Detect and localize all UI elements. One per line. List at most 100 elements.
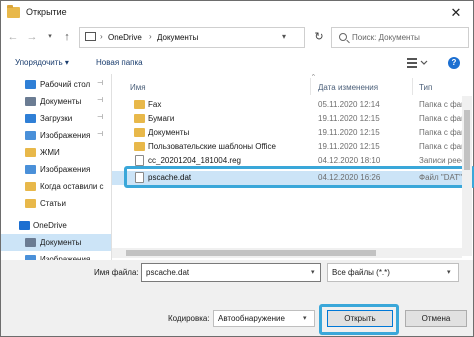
sidebar-item[interactable]: ЖМИ <box>1 144 111 161</box>
breadcrumb-separator: › <box>149 32 152 41</box>
sidebar-item[interactable]: OneDrive <box>1 217 111 234</box>
help-button[interactable]: ? <box>448 57 460 69</box>
sidebar-item[interactable]: Изображения ⊣ <box>1 127 111 144</box>
sidebar-item[interactable]: Загрузки ⊣ <box>1 110 111 127</box>
file-row[interactable]: Бумаги 19.11.2020 12:15 Папка с файл <box>112 112 463 126</box>
computer-icon <box>85 32 96 41</box>
up-button[interactable]: ↑ <box>60 30 74 44</box>
file-type-select[interactable]: Все файлы (*.*) <box>327 263 459 282</box>
folder-icon <box>134 142 145 151</box>
encoding-label: Кодировка: <box>168 314 210 323</box>
documents-icon <box>25 238 36 247</box>
cancel-button[interactable]: Отмена <box>405 310 467 327</box>
sidebar-item-label: Изображения <box>40 131 91 140</box>
file-name: Пользовательские шаблоны Office <box>148 142 276 151</box>
breadcrumb-onedrive[interactable]: OneDrive <box>108 33 142 42</box>
filename-field[interactable]: pscache.dat <box>141 263 321 282</box>
folder-icon <box>25 199 36 208</box>
recent-locations-icon[interactable]: ▾ <box>43 30 57 44</box>
sidebar-item-label: Рабочий стол <box>40 80 91 89</box>
sidebar-item[interactable]: Когда оставили с <box>1 178 111 195</box>
horizontal-scrollbar[interactable] <box>112 248 462 258</box>
downloads-icon <box>25 114 36 123</box>
organize-button[interactable]: Упорядочить ▾ <box>15 58 69 67</box>
file-type: Папка с файл <box>419 114 463 123</box>
file-date: 05.11.2020 12:14 <box>318 100 380 109</box>
file-date: 19.11.2020 12:15 <box>318 128 380 137</box>
navigation-pane: Рабочий стол ⊣ Документы ⊣ Загрузки ⊣ Изображе… <box>0 74 112 260</box>
back-button[interactable]: ← <box>6 30 20 44</box>
chevron-down-icon[interactable]: ▾ <box>311 268 315 276</box>
file-row[interactable]: Документы 19.11.2020 12:15 Папка с файл <box>112 126 463 140</box>
sidebar-item-label: Изображения <box>40 165 91 174</box>
sidebar-item[interactable]: Изображения <box>1 251 111 260</box>
chevron-down-icon[interactable]: ▾ <box>447 268 451 276</box>
file-type: Записи реестр <box>419 156 463 165</box>
window-title: Открытие <box>26 7 67 17</box>
toolbar: Упорядочить ▾ Новая папка ? <box>0 52 474 74</box>
column-divider[interactable] <box>412 78 413 95</box>
desktop-icon <box>25 80 36 89</box>
sidebar-item-label: Когда оставили с <box>40 182 104 191</box>
file-name: Бумаги <box>148 114 175 123</box>
folder-icon <box>134 114 145 123</box>
file-name: cc_20201204_181004.reg <box>148 156 241 165</box>
close-button[interactable]: ✕ <box>445 4 467 22</box>
pin-icon[interactable]: ⊣ <box>97 113 103 121</box>
breadcrumb-documents[interactable]: Документы <box>157 33 198 42</box>
sidebar-item-label: Загрузки <box>40 114 73 123</box>
refresh-button[interactable]: ↻ <box>311 29 327 45</box>
file-type: Папка с файл <box>419 100 463 109</box>
sidebar-item[interactable]: Изображения <box>1 161 111 178</box>
file-date: 19.11.2020 12:15 <box>318 114 380 123</box>
column-header-name[interactable]: Имя <box>130 74 146 95</box>
column-header-type[interactable]: Тип <box>419 74 432 95</box>
sidebar-item-label: Документы <box>40 238 82 247</box>
chevron-down-icon[interactable]: ▾ <box>303 314 307 322</box>
folder-icon <box>25 182 36 191</box>
documents-icon <box>25 97 36 106</box>
column-header-date[interactable]: Дата изменения <box>318 74 378 95</box>
vertical-scrollbar[interactable] <box>462 96 472 256</box>
address-bar[interactable]: › OneDrive › Документы ▾ <box>79 27 305 48</box>
file-row[interactable]: Fax 05.11.2020 12:14 Папка с файл <box>112 98 463 112</box>
search-placeholder: Поиск: Документы <box>352 33 420 42</box>
file-type: Папка с файл <box>419 128 463 137</box>
view-options-icon[interactable] <box>406 57 428 69</box>
dialog-footer: Имя файла: pscache.dat ▾ Все файлы (*.*)… <box>0 260 474 337</box>
folder-icon <box>134 100 145 109</box>
address-row: ← → ▾ ↑ › OneDrive › Документы ▾ ↻ Поиск… <box>0 24 474 52</box>
new-folder-button[interactable]: Новая папка <box>96 58 143 67</box>
file-row[interactable]: Пользовательские шаблоны Office 19.11.202… <box>112 140 463 154</box>
pin-icon[interactable]: ⊣ <box>97 130 103 138</box>
breadcrumb-separator: › <box>100 32 103 41</box>
scrollbar-thumb[interactable] <box>126 250 376 256</box>
pin-icon[interactable]: ⊣ <box>97 79 103 87</box>
folder-icon <box>134 128 145 137</box>
search-input[interactable]: Поиск: Документы <box>331 27 469 48</box>
chevron-down-icon[interactable]: ▾ <box>282 32 286 41</box>
sidebar-item-label: Статьи <box>40 199 66 208</box>
forward-button[interactable]: → <box>25 30 39 44</box>
pictures-icon <box>25 165 36 174</box>
onedrive-icon <box>19 221 30 230</box>
column-divider[interactable] <box>310 78 311 95</box>
file-type: Папка с файл <box>419 142 463 151</box>
sidebar-item[interactable]: Документы <box>1 234 111 251</box>
file-date: 19.11.2020 12:15 <box>318 142 380 151</box>
sort-arrow-icon: ^ <box>312 74 315 80</box>
sidebar-item[interactable]: Статьи <box>1 195 111 212</box>
sidebar-item[interactable]: Документы ⊣ <box>1 93 111 110</box>
selection-highlight-frame <box>124 166 474 188</box>
sidebar-item[interactable]: Рабочий стол ⊣ <box>1 76 111 93</box>
encoding-select[interactable]: Автообнаружение <box>213 310 315 327</box>
file-name: Документы <box>148 128 190 137</box>
file-name: Fax <box>148 100 162 109</box>
folder-icon <box>25 148 36 157</box>
pin-icon[interactable]: ⊣ <box>97 96 103 104</box>
folder-icon <box>7 5 20 18</box>
search-icon <box>339 33 347 41</box>
title-bar: Открытие ✕ <box>0 0 474 24</box>
sidebar-item-label: Документы <box>40 97 82 106</box>
scrollbar-thumb[interactable] <box>464 110 470 170</box>
